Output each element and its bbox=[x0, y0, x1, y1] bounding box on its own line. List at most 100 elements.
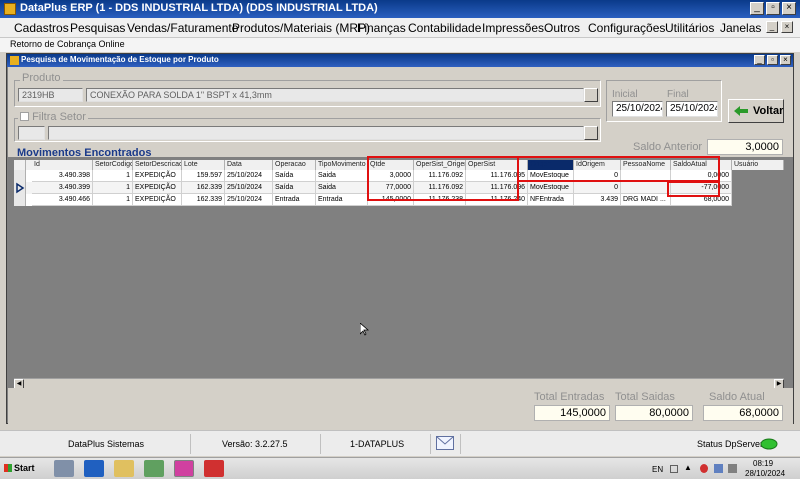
tray-volume-icon[interactable] bbox=[728, 464, 737, 473]
voltar-button[interactable]: Voltar bbox=[728, 99, 784, 123]
col-id[interactable]: Id bbox=[32, 160, 93, 170]
total-entradas-value: 145,0000 bbox=[534, 405, 610, 421]
windows-flag-icon bbox=[4, 464, 12, 472]
cell-setor-descricao: EXPEDIÇÃO bbox=[133, 194, 182, 206]
menu-outros[interactable]: Outros bbox=[544, 21, 580, 35]
cell-data: 25/10/2024 bbox=[225, 194, 273, 206]
cell-id: 3.490.398 bbox=[32, 170, 93, 182]
total-entradas-label: Total Entradas bbox=[534, 391, 605, 403]
menu-minimize-button[interactable]: _ bbox=[766, 21, 778, 33]
movimentos-title: Movimentos Encontrados bbox=[17, 147, 152, 159]
row-indicator bbox=[14, 182, 26, 194]
mouse-cursor-icon bbox=[360, 323, 369, 336]
produto-lookup-button[interactable] bbox=[584, 88, 598, 102]
menu-close-button[interactable]: × bbox=[781, 21, 793, 33]
child-minimize-button[interactable]: _ bbox=[754, 55, 765, 65]
start-button[interactable]: Start bbox=[2, 461, 38, 477]
produto-code-field[interactable]: 2319HB bbox=[18, 88, 83, 102]
setor-description-field[interactable] bbox=[48, 126, 584, 140]
minimize-button[interactable]: _ bbox=[750, 2, 764, 15]
file-explorer-icon[interactable] bbox=[114, 460, 134, 477]
col-lote[interactable]: Lote bbox=[182, 160, 225, 170]
menu-contabilidade[interactable]: Contabilidade bbox=[408, 21, 481, 35]
tray-keyboard-icon[interactable] bbox=[670, 465, 678, 473]
status-separator bbox=[320, 434, 321, 454]
row-indicator bbox=[14, 170, 26, 182]
filtra-setor-label: Filtra Setor bbox=[18, 111, 88, 123]
current-row-arrow-icon bbox=[16, 182, 25, 194]
col-usuario[interactable]: Usuário bbox=[732, 160, 784, 170]
tray-network-icon[interactable] bbox=[714, 464, 723, 473]
language-indicator[interactable]: EN bbox=[652, 465, 663, 474]
app-title: DataPlus ERP (1 - DDS INDUSTRIAL LTDA) (… bbox=[20, 2, 378, 14]
browser-icon[interactable] bbox=[174, 460, 194, 477]
powershell-icon[interactable] bbox=[84, 460, 104, 477]
highlight-saldo-negativo bbox=[667, 181, 720, 197]
cell-tipo-movimento: Saida bbox=[316, 182, 368, 194]
data-final-field[interactable]: 25/10/2024 bbox=[666, 101, 718, 117]
total-saidas-value: 80,0000 bbox=[615, 405, 693, 421]
setor-code-field[interactable] bbox=[18, 126, 45, 140]
cell-tipo-movimento: Saida bbox=[316, 170, 368, 182]
cell-id: 3.490.399 bbox=[32, 182, 93, 194]
status-server: Status DpServer bbox=[697, 439, 764, 449]
menu-financas[interactable]: Finanças bbox=[357, 21, 406, 35]
status-separator bbox=[430, 434, 431, 454]
close-button[interactable]: × bbox=[782, 2, 796, 15]
server-manager-icon[interactable] bbox=[54, 460, 74, 477]
cell-data: 25/10/2024 bbox=[225, 182, 273, 194]
saldo-anterior-label: Saldo Anterior bbox=[633, 141, 703, 153]
taskbar: Start EN ▲ 08:19 28/10/2024 bbox=[0, 457, 800, 479]
cell-tipo-movimento: Entrada bbox=[316, 194, 368, 206]
menu-impressoes[interactable]: Impressões bbox=[482, 21, 544, 35]
total-saidas-label: Total Saidas bbox=[615, 391, 675, 403]
menu-cadastros[interactable]: Cadastros bbox=[14, 21, 69, 35]
col-setor-codigo[interactable]: SetorCodigo bbox=[93, 160, 133, 170]
menu-janelas[interactable]: Janelas bbox=[720, 21, 761, 35]
data-inicial-field[interactable]: 25/10/2024 bbox=[612, 101, 663, 117]
setor-lookup-button[interactable] bbox=[584, 126, 598, 140]
child-close-button[interactable]: × bbox=[780, 55, 791, 65]
restore-button[interactable]: ▫ bbox=[766, 2, 780, 15]
status-company: 1-DATAPLUS bbox=[350, 439, 405, 449]
child-restore-button[interactable]: ▫ bbox=[767, 55, 778, 65]
dataplus-app-icon[interactable] bbox=[204, 460, 224, 477]
produto-description-field[interactable]: CONEXÃO PARA SOLDA 1" BSPT x 41,3mm bbox=[86, 88, 584, 102]
cell-lote: 162.339 bbox=[182, 194, 225, 206]
cell-setor-codigo: 1 bbox=[93, 170, 133, 182]
cell-origem: MovEstoque bbox=[528, 182, 574, 194]
menu-vendas[interactable]: Vendas/Faturamento bbox=[127, 21, 238, 35]
tray-security-icon[interactable] bbox=[700, 464, 708, 473]
menu-utilitarios[interactable]: Utilitários bbox=[665, 21, 714, 35]
retorno-cobranca-link[interactable]: Retorno de Cobrança Online bbox=[10, 39, 125, 49]
col-setor-descricao[interactable]: SetorDescricao bbox=[133, 160, 182, 170]
cell-data: 25/10/2024 bbox=[225, 170, 273, 182]
saldo-atual-label: Saldo Atual bbox=[709, 391, 765, 403]
menu-pesquisas[interactable]: Pesquisas bbox=[70, 21, 125, 35]
col-operacao[interactable]: Operacao bbox=[273, 160, 316, 170]
menu-produtos[interactable]: Produtos/Materiais (MRP) bbox=[232, 21, 370, 35]
col-data[interactable]: Data bbox=[225, 160, 273, 170]
clock-date[interactable]: 28/10/2024 bbox=[745, 469, 785, 478]
status-bar: DataPlus Sistemas Versão: 3.2.27.5 1-DAT… bbox=[0, 430, 800, 456]
cell-origem: NFEntrada bbox=[528, 194, 574, 206]
col-tipo-movimento[interactable]: TipoMovimento bbox=[316, 160, 368, 170]
child-title: Pesquisa de Movimentação de Estoque por … bbox=[21, 55, 219, 64]
cell-id-origem: 0 bbox=[574, 182, 621, 194]
cell-operacao: Saída bbox=[273, 170, 316, 182]
clock-time[interactable]: 08:19 bbox=[753, 459, 773, 468]
tools-icon[interactable] bbox=[144, 460, 164, 477]
filtra-setor-checkbox[interactable] bbox=[20, 112, 29, 121]
cell-id: 3.490.466 bbox=[32, 194, 93, 206]
mail-icon[interactable] bbox=[436, 436, 454, 450]
status-system: DataPlus Sistemas bbox=[68, 439, 145, 449]
cell-lote: 162.339 bbox=[182, 182, 225, 194]
menu-bar: Cadastros Pesquisas Vendas/Faturamento P… bbox=[0, 18, 800, 38]
menu-configuracoes[interactable]: Configurações bbox=[588, 21, 665, 35]
inicial-label: Inicial bbox=[612, 89, 638, 100]
grid-indicator-header bbox=[14, 160, 26, 170]
grid-horizontal-scrollbar[interactable]: ◀ ▶ bbox=[14, 378, 784, 389]
produto-label: Produto bbox=[20, 72, 63, 84]
app-title-bar: DataPlus ERP (1 - DDS INDUSTRIAL LTDA) (… bbox=[0, 0, 800, 18]
tray-arrow-icon[interactable]: ▲ bbox=[684, 463, 692, 472]
